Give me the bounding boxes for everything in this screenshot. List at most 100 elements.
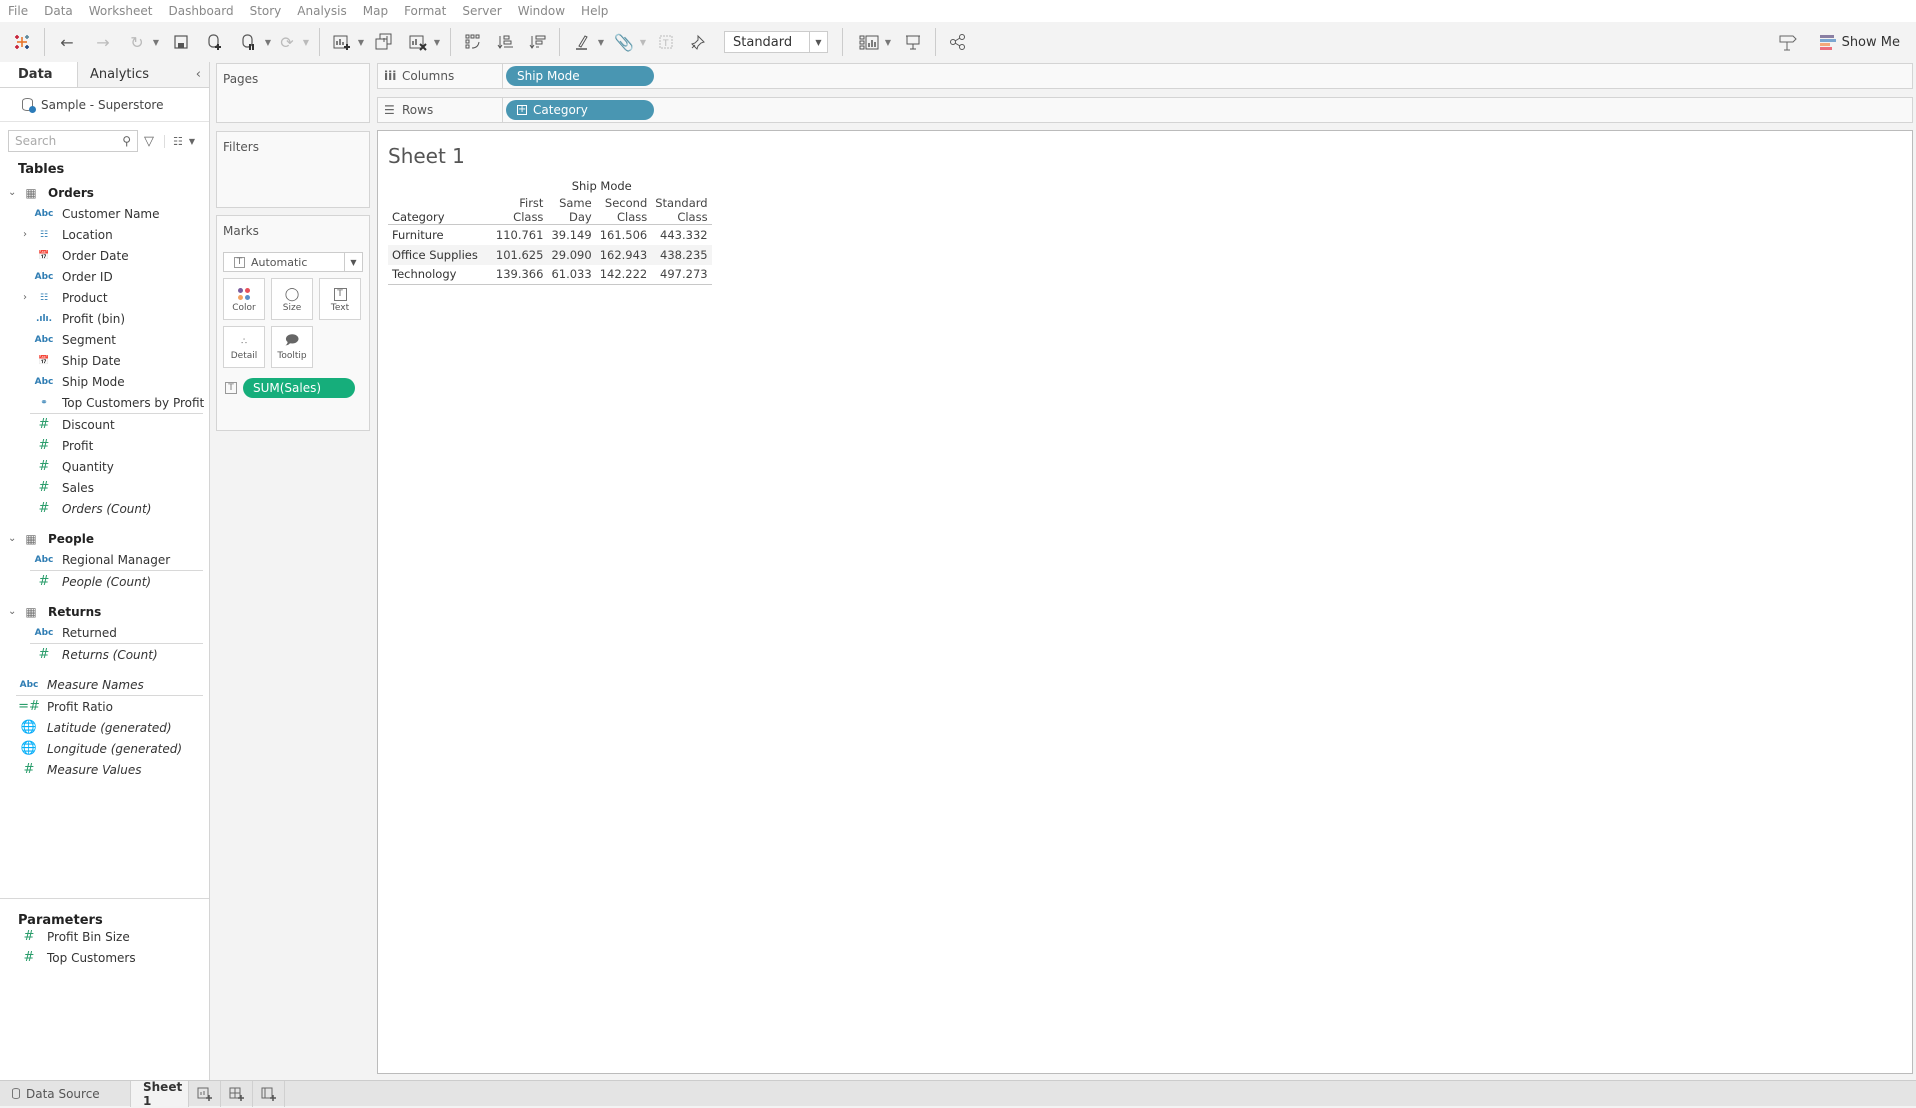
table-cell[interactable]: 101.625 xyxy=(491,244,548,265)
sort-descending-icon[interactable] xyxy=(523,28,551,56)
new-dashboard-tab-icon[interactable] xyxy=(221,1080,253,1107)
field-returned[interactable]: Abc Returned xyxy=(0,622,209,643)
group-dropdown-icon[interactable]: ▼ xyxy=(638,38,648,47)
worksheet-view[interactable]: Sheet 1 Ship Mode Category First Class Sam… xyxy=(377,130,1913,1074)
sheet-1-tab[interactable]: Sheet 1 xyxy=(131,1080,189,1108)
tab-data[interactable]: Data xyxy=(0,62,77,87)
row-header[interactable]: Office Supplies xyxy=(388,244,492,265)
menu-map[interactable]: Map xyxy=(363,4,388,18)
highlight-icon[interactable] xyxy=(568,28,596,56)
column-header[interactable]: Second Class xyxy=(595,196,652,225)
table-cell[interactable]: 161.506 xyxy=(596,225,652,245)
filter-icon[interactable]: ▽ xyxy=(144,134,154,149)
parameter-profit-bin-size[interactable]: # Profit Bin Size xyxy=(0,926,209,947)
field-measure-names[interactable]: Abc Measure Names xyxy=(0,674,209,695)
menu-format[interactable]: Format xyxy=(404,4,446,18)
table-cell[interactable]: 142.222 xyxy=(595,264,652,285)
text-button[interactable]: T Text xyxy=(319,278,361,320)
mark-type-select[interactable]: T Automatic ▼ xyxy=(223,252,363,272)
chevron-down-icon[interactable]: ▼ xyxy=(344,253,362,271)
data-source-tab[interactable]: Data Source xyxy=(0,1080,131,1107)
field-latitude[interactable]: 🌐 Latitude (generated) xyxy=(0,717,209,738)
table-cell[interactable]: 139.366 xyxy=(491,264,548,285)
collapse-pane-icon[interactable]: ‹ xyxy=(196,67,201,82)
field-orders-count[interactable]: # Orders (Count) xyxy=(0,498,209,519)
table-cell[interactable]: 438.235 xyxy=(651,244,712,265)
field-profit-bin[interactable]: .ılı. Profit (bin) xyxy=(0,308,209,329)
parameter-top-customers[interactable]: # Top Customers xyxy=(0,947,209,968)
field-regional-manager[interactable]: Abc Regional Manager xyxy=(0,549,209,570)
menu-analysis[interactable]: Analysis xyxy=(297,4,346,18)
category-pill[interactable]: + Category xyxy=(506,100,654,120)
fix-axes-icon[interactable] xyxy=(684,28,712,56)
collapse-chevron-icon[interactable]: ⌄ xyxy=(8,187,16,198)
table-orders[interactable]: ⌄ ▦ Orders xyxy=(0,182,209,203)
field-order-id[interactable]: Abc Order ID xyxy=(0,266,209,287)
menu-worksheet[interactable]: Worksheet xyxy=(89,4,153,18)
highlight-dropdown-icon[interactable]: ▼ xyxy=(596,38,606,47)
field-longitude[interactable]: 🌐 Longitude (generated) xyxy=(0,738,209,759)
menu-dashboard[interactable]: Dashboard xyxy=(168,4,233,18)
field-profit-ratio[interactable]: =# Profit Ratio xyxy=(0,696,209,717)
redo-icon[interactable]: → xyxy=(89,28,117,56)
column-header[interactable]: Same Day xyxy=(547,196,596,225)
view-data-icon[interactable]: ☷ xyxy=(164,134,183,148)
size-button[interactable]: ◯ Size xyxy=(271,278,313,320)
collapse-chevron-icon[interactable]: ⌄ xyxy=(8,606,16,617)
table-cell[interactable]: 162.943 xyxy=(595,244,652,265)
share-icon[interactable] xyxy=(944,28,972,56)
collapse-chevron-icon[interactable]: ⌄ xyxy=(8,533,16,544)
swap-rows-columns-icon[interactable] xyxy=(459,28,487,56)
show-mark-labels-icon[interactable]: T xyxy=(652,28,680,56)
replay-icon[interactable]: ↻ xyxy=(123,28,151,56)
field-order-date[interactable]: 📅 Order Date xyxy=(0,245,209,266)
table-cell[interactable]: 39.149 xyxy=(547,225,595,245)
new-worksheet-icon[interactable] xyxy=(328,28,356,56)
refresh-dropdown-icon[interactable]: ▼ xyxy=(301,38,311,47)
pause-dropdown-icon[interactable]: ▼ xyxy=(263,38,273,47)
field-customer-name[interactable]: Abc Customer Name xyxy=(0,203,209,224)
fit-select[interactable]: Standard ▼ xyxy=(724,31,828,53)
pages-card[interactable]: Pages xyxy=(216,63,370,123)
new-worksheet-dropdown-icon[interactable]: ▼ xyxy=(356,38,366,47)
expand-chevron-icon[interactable]: › xyxy=(23,229,27,240)
field-profit[interactable]: # Profit xyxy=(0,435,209,456)
tooltip-button[interactable]: 🗩 Tooltip xyxy=(271,326,313,368)
format-workbook-icon[interactable] xyxy=(1774,28,1802,56)
save-icon[interactable] xyxy=(167,28,195,56)
new-worksheet-tab-icon[interactable] xyxy=(189,1080,221,1107)
detail-button[interactable]: ∴ Detail xyxy=(223,326,265,368)
table-cell[interactable]: 443.332 xyxy=(651,225,711,245)
column-field-header[interactable]: Ship Mode xyxy=(492,176,712,196)
sort-ascending-icon[interactable] xyxy=(491,28,519,56)
duplicate-sheet-icon[interactable] xyxy=(370,28,398,56)
expand-plus-icon[interactable]: + xyxy=(517,105,527,115)
clear-sheet-dropdown-icon[interactable]: ▼ xyxy=(432,38,442,47)
menu-story[interactable]: Story xyxy=(250,4,282,18)
field-measure-values[interactable]: # Measure Values xyxy=(0,759,209,780)
table-people[interactable]: ⌄ ▦ People xyxy=(0,528,209,549)
clear-sheet-icon[interactable] xyxy=(404,28,432,56)
presentation-mode-icon[interactable] xyxy=(899,28,927,56)
chevron-down-icon[interactable]: ▼ xyxy=(809,32,827,52)
show-cards-icon[interactable] xyxy=(855,28,883,56)
datasource-item[interactable]: Sample - Superstore xyxy=(0,88,209,122)
row-field-header[interactable]: Category xyxy=(388,196,492,225)
table-returns[interactable]: ⌄ ▦ Returns xyxy=(0,601,209,622)
group-members-icon[interactable]: 📎 xyxy=(610,28,638,56)
field-sales[interactable]: # Sales xyxy=(0,477,209,498)
table-cell[interactable]: 110.761 xyxy=(492,225,548,245)
menu-window[interactable]: Window xyxy=(518,4,565,18)
field-discount[interactable]: # Discount xyxy=(0,414,209,435)
menu-help[interactable]: Help xyxy=(581,4,608,18)
table-cell[interactable]: 29.090 xyxy=(547,244,596,265)
expand-chevron-icon[interactable]: › xyxy=(23,292,27,303)
refresh-icon[interactable]: ⟳ xyxy=(273,28,301,56)
field-top-customers-by-profit[interactable]: ⚭ Top Customers by Profit xyxy=(0,392,209,413)
pause-updates-icon[interactable] xyxy=(235,28,263,56)
table-cell[interactable]: 497.273 xyxy=(651,264,712,285)
field-quantity[interactable]: # Quantity xyxy=(0,456,209,477)
tableau-logo-icon[interactable] xyxy=(8,28,36,56)
field-location[interactable]: › ☷ Location xyxy=(0,224,209,245)
field-product[interactable]: › ☷ Product xyxy=(0,287,209,308)
